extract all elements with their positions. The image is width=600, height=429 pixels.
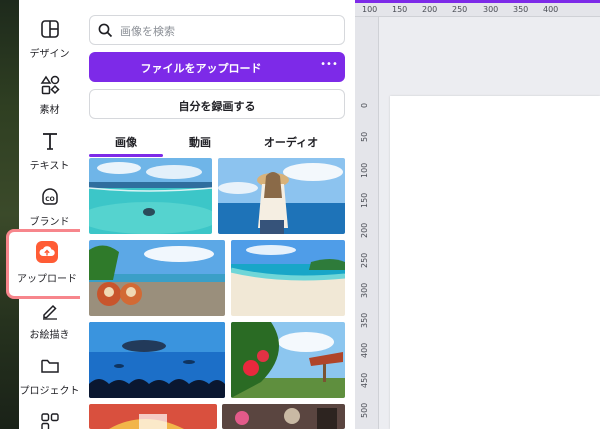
ruler-tick: 300 bbox=[360, 282, 369, 298]
photo-partial-left[interactable] bbox=[89, 404, 217, 429]
folder-icon bbox=[40, 359, 59, 373]
more-dots-icon: ••• bbox=[320, 59, 338, 70]
background-photo-strip bbox=[0, 0, 19, 429]
tab-audio[interactable]: オーディオ bbox=[237, 134, 345, 150]
record-yourself-button[interactable]: 自分を録画する bbox=[89, 89, 345, 119]
ruler-tick: 500 bbox=[360, 402, 369, 418]
photo-partial-right[interactable] bbox=[222, 404, 345, 429]
ruler-tick: 50 bbox=[360, 131, 369, 142]
search-placeholder: 画像を検索 bbox=[120, 25, 175, 38]
upload-files-label: ファイルをアップロード bbox=[140, 62, 262, 75]
ruler-tick: 400 bbox=[360, 342, 369, 358]
ruler-tick: 300 bbox=[483, 5, 499, 14]
ruler-tick: 150 bbox=[392, 5, 408, 14]
ruler-tick: 100 bbox=[362, 5, 378, 14]
photo-shisa-beach[interactable] bbox=[89, 240, 225, 316]
text-icon bbox=[42, 133, 57, 150]
upload-cloud-icon bbox=[36, 241, 58, 263]
ruler-tick: 200 bbox=[422, 5, 438, 14]
ruler-tick: 250 bbox=[452, 5, 468, 14]
sidebar-item-label: お絵描き bbox=[29, 330, 70, 341]
sidebar-item-design[interactable]: デザイン bbox=[19, 18, 80, 60]
sidebar-item-text[interactable]: テキスト bbox=[19, 130, 80, 172]
tab-images[interactable]: 画像 bbox=[89, 134, 163, 150]
more-options-button[interactable]: ••• bbox=[313, 52, 345, 82]
sidebar-item-elements[interactable]: 素材 bbox=[19, 74, 80, 116]
ruler-tick: 100 bbox=[360, 162, 369, 178]
sidebar-item-draw[interactable]: お絵描き bbox=[19, 299, 80, 341]
draw-icon bbox=[42, 304, 57, 320]
tab-label: オーディオ bbox=[263, 136, 319, 149]
ruler-tick: 250 bbox=[360, 252, 369, 268]
photo-aquarium-shark[interactable] bbox=[89, 322, 225, 398]
brand-icon: CO bbox=[41, 188, 58, 205]
search-icon bbox=[98, 23, 113, 38]
tab-label: 動画 bbox=[189, 136, 211, 149]
upload-files-button[interactable]: ファイルをアップロード ••• bbox=[89, 52, 345, 82]
elements-icon bbox=[40, 75, 60, 95]
sidebar-item-label: テキスト bbox=[29, 161, 70, 172]
ruler-tick: 150 bbox=[360, 192, 369, 208]
apps-icon bbox=[40, 413, 59, 429]
sidebar-item-label: 素材 bbox=[39, 105, 60, 116]
photo-snorkel-reef[interactable] bbox=[89, 158, 212, 234]
sidebar-item-label: アップロード bbox=[17, 274, 77, 285]
sidebar-item-label: デザイン bbox=[29, 49, 70, 60]
svg-text:CO: CO bbox=[45, 196, 55, 203]
photo-white-beach[interactable] bbox=[231, 240, 345, 316]
ruler-tick: 200 bbox=[360, 222, 369, 238]
photo-woman-sea[interactable] bbox=[218, 158, 345, 234]
ruler-tick: 350 bbox=[360, 312, 369, 328]
ruler-tick: 450 bbox=[360, 372, 369, 388]
tab-videos[interactable]: 動画 bbox=[163, 134, 237, 150]
sidebar-item-apps[interactable] bbox=[19, 411, 80, 429]
ruler-tick: 350 bbox=[513, 5, 529, 14]
horizontal-ruler: 100 150 200 250 300 350 400 bbox=[355, 3, 600, 17]
design-page[interactable] bbox=[390, 96, 600, 429]
record-yourself-label: 自分を録画する bbox=[178, 100, 256, 113]
sidebar-item-upload[interactable]: アップロード bbox=[6, 229, 88, 299]
ruler-tick: 0 bbox=[360, 102, 369, 108]
design-icon bbox=[40, 20, 59, 38]
sidebar-item-label: ブランド bbox=[29, 217, 70, 228]
active-tab-indicator bbox=[89, 154, 163, 157]
ruler-tick: 400 bbox=[543, 5, 559, 14]
search-input[interactable]: 画像を検索 bbox=[89, 15, 345, 45]
sidebar-item-label: プロジェクト bbox=[19, 386, 80, 397]
tab-label: 画像 bbox=[115, 136, 137, 149]
sidebar-item-brand[interactable]: CO ブランド bbox=[19, 186, 80, 228]
photo-hibiscus-garden[interactable] bbox=[231, 322, 345, 398]
sidebar-item-projects[interactable]: プロジェクト bbox=[19, 355, 80, 397]
